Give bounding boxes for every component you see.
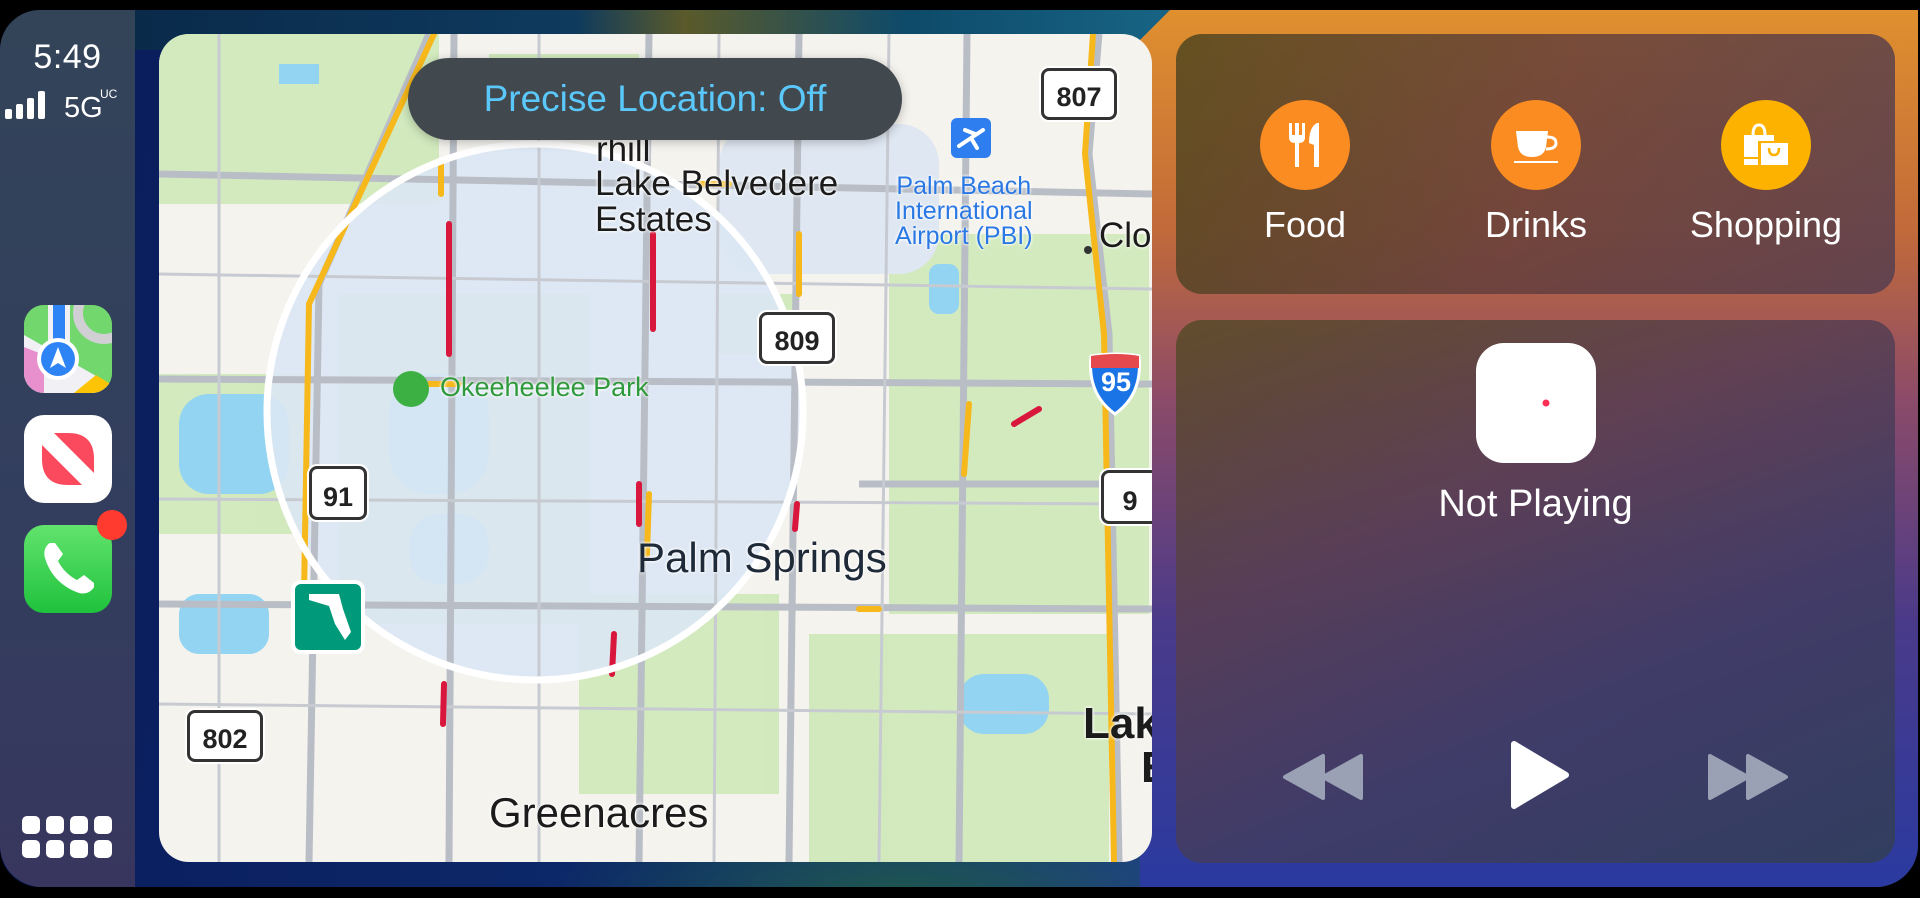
route-shield-807: 807 bbox=[1041, 68, 1117, 120]
nearby-categories-panel: Food Drinks Shopping bbox=[1176, 34, 1895, 294]
network-type: 5G UC bbox=[64, 87, 118, 124]
category-food-label: Food bbox=[1263, 204, 1347, 245]
category-drinks-label: Drinks bbox=[1484, 204, 1587, 245]
now-playing-panel: Not Playing bbox=[1176, 320, 1895, 863]
category-food-button[interactable]: Food bbox=[1215, 100, 1395, 246]
rewind-button[interactable] bbox=[1281, 752, 1365, 807]
map-label-lake: LakE bbox=[1083, 699, 1152, 790]
fast-forward-button[interactable] bbox=[1706, 752, 1790, 807]
shopping-bags-icon bbox=[1721, 100, 1811, 190]
podcasts-app-icon[interactable] bbox=[1476, 343, 1596, 463]
map-view[interactable]: rhill Lake Belvedere Estates Palm Beach In… bbox=[159, 34, 1152, 862]
map-label-palm-springs: Palm Springs bbox=[637, 534, 887, 581]
map-label-airport: Palm Beach International Airport (PBI) bbox=[895, 172, 1033, 250]
category-shopping-label: Shopping bbox=[1689, 204, 1843, 245]
route-shield-809: 809 bbox=[759, 312, 835, 364]
map-label-clo: Clo bbox=[1099, 216, 1152, 255]
interstate-shield-95: 95 bbox=[1100, 367, 1132, 397]
category-shopping-button[interactable]: Shopping bbox=[1676, 100, 1856, 246]
phone-app-icon[interactable] bbox=[24, 510, 127, 613]
route-shield-91: 91 bbox=[309, 466, 367, 520]
map-label-park: Okeeheelee Park bbox=[440, 372, 649, 402]
map-canvas bbox=[159, 34, 1152, 862]
fork-knife-icon bbox=[1260, 100, 1350, 190]
precise-location-text: Precise Location: Off bbox=[483, 78, 827, 119]
maps-app-icon[interactable] bbox=[24, 305, 112, 393]
cellular-signal-icon bbox=[5, 89, 45, 119]
now-playing-status: Not Playing bbox=[1438, 483, 1633, 525]
map-label-greenacres: Greenacres bbox=[489, 789, 709, 836]
fast-forward-icon bbox=[1708, 754, 1788, 800]
news-app-icon[interactable] bbox=[24, 415, 112, 503]
map-label-lake-belvedere: Lake Belvedere Estates bbox=[595, 164, 839, 239]
route-shield-9: 9 bbox=[1101, 470, 1152, 524]
sidebar: 5:49 5G UC bbox=[0, 10, 135, 887]
app-library-button[interactable] bbox=[22, 816, 112, 858]
notification-badge bbox=[97, 510, 127, 540]
route-shield-802: 802 bbox=[187, 710, 263, 762]
coffee-cup-icon bbox=[1491, 100, 1581, 190]
play-icon bbox=[1511, 741, 1569, 809]
precise-location-banner[interactable]: Precise Location: Off bbox=[408, 58, 902, 140]
status-time: 5:49 bbox=[33, 38, 102, 76]
play-button[interactable] bbox=[1510, 740, 1570, 815]
network-suffix: UC bbox=[100, 87, 118, 101]
category-drinks-button[interactable]: Drinks bbox=[1446, 100, 1626, 246]
rewind-icon bbox=[1283, 754, 1363, 800]
